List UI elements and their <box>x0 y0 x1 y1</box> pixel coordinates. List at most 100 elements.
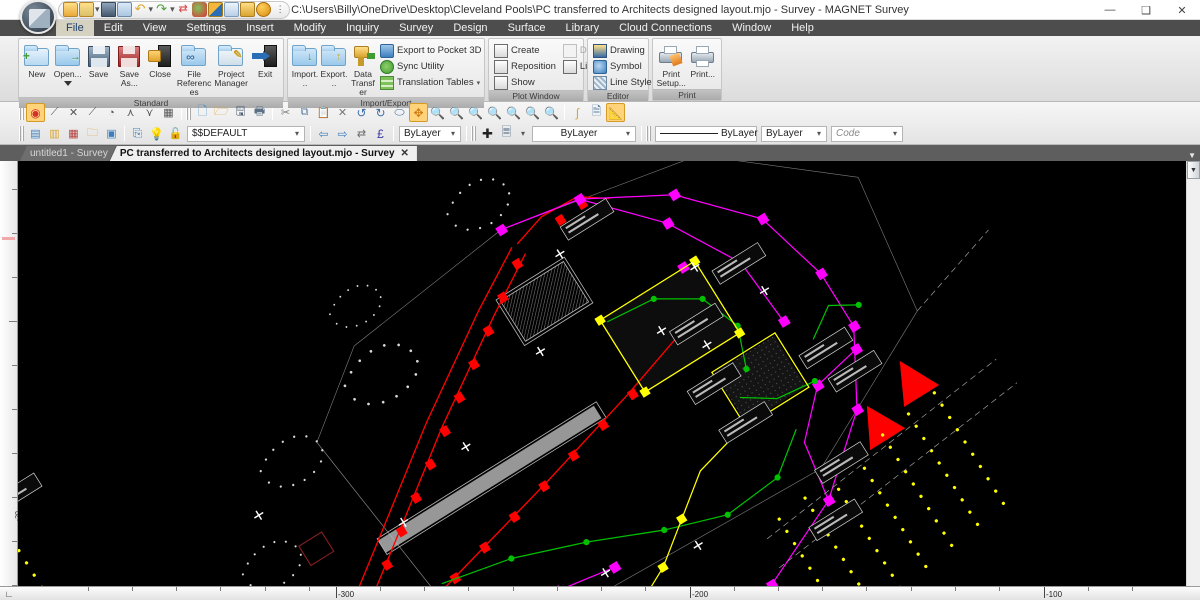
ribbon-button-new[interactable]: + New <box>22 41 52 79</box>
layer-group-icon[interactable]: 🗀 <box>83 124 102 143</box>
zoom-window-icon[interactable]: 🔍 <box>428 103 447 122</box>
ribbon-button-exit[interactable]: Exit <box>250 41 280 79</box>
snap-point-icon[interactable]: ◉ <box>26 103 45 122</box>
menu-item-edit[interactable]: Edit <box>94 20 133 36</box>
ribbon-item-line-style-editor[interactable]: Line Style <box>591 75 656 90</box>
layer-manager-icon[interactable]: ▤ <box>26 124 45 143</box>
ribbon-item-export-to-pocket-3d[interactable]: Export to Pocket 3D <box>378 43 485 58</box>
menu-item-insert[interactable]: Insert <box>236 20 284 36</box>
forward-arrow-icon[interactable]: ⇨ <box>333 124 352 143</box>
menu-item-settings[interactable]: Settings <box>176 20 236 36</box>
qat-open-recent-icon[interactable] <box>79 2 94 17</box>
qat-undo-icon[interactable]: ↶ <box>133 2 148 17</box>
open-icon[interactable]: 🗁 <box>212 103 231 122</box>
linetype-combo[interactable]: ByLayer ▾ <box>532 125 636 142</box>
snap-center-icon[interactable]: ◔ <box>102 103 121 122</box>
ribbon-item-create-plot[interactable]: Create <box>492 43 560 58</box>
menu-item-library[interactable]: Library <box>555 20 609 36</box>
vertical-scrollbar-thumb[interactable]: ▼ <box>1187 161 1200 179</box>
chevron-down-icon-2[interactable]: ▾ <box>446 129 460 138</box>
new-icon[interactable]: 🗋 <box>193 103 212 122</box>
vertical-scrollbar[interactable]: ▼ <box>1186 161 1200 586</box>
tabs-overflow-icon[interactable]: ▼ <box>1188 151 1196 160</box>
maximize-button[interactable]: ❑ <box>1128 0 1164 20</box>
qat-dropdown-icon[interactable]: ▾ <box>95 5 100 14</box>
menu-item-inquiry[interactable]: Inquiry <box>336 20 389 36</box>
toolbar-grip-3[interactable] <box>19 126 24 141</box>
ribbon-button-print[interactable]: Print... <box>688 41 719 79</box>
annotate-icon[interactable]: 🗎 <box>587 103 606 122</box>
qat-redo-dropdown-icon[interactable]: ▾ <box>170 5 175 14</box>
qat-sync-icon[interactable]: ⇄ <box>176 2 191 17</box>
ribbon-button-open[interactable]: → Open... <box>53 41 83 86</box>
qat-help-icon[interactable] <box>255 2 271 17</box>
layer-filter-icon[interactable]: ▣ <box>102 124 121 143</box>
ribbon-item-show-plot[interactable]: Show <box>492 75 560 90</box>
unlock-icon[interactable]: 🔓 <box>166 124 185 143</box>
snap-tangent-icon[interactable]: ⋏ <box>121 103 140 122</box>
menu-item-cloud-connections[interactable]: Cloud Connections <box>609 20 722 36</box>
delete-icon[interactable]: ✕ <box>333 103 352 122</box>
ribbon-button-import[interactable]: ↓ Import... <box>291 41 319 88</box>
redo-icon[interactable]: ↻ <box>371 103 390 122</box>
toolbar-grip-4[interactable] <box>471 126 476 141</box>
qat-windows-icon[interactable] <box>207 2 223 17</box>
zoom-realtime-icon[interactable]: 🔍 <box>523 103 542 122</box>
qat-data-transfer-icon[interactable] <box>191 2 207 17</box>
menu-item-surface[interactable]: Surface <box>498 20 556 36</box>
match-properties-icon[interactable]: ⇄ <box>352 124 371 143</box>
undo-icon[interactable]: ↺ <box>352 103 371 122</box>
toolbar-grip-5[interactable] <box>646 126 651 141</box>
ribbon-button-data-transfer[interactable]: Data Transfer <box>349 41 377 97</box>
snap-grid-icon[interactable]: ▦ <box>159 103 178 122</box>
plotstyle-combo[interactable]: ByLayer ▾ <box>761 125 827 142</box>
ribbon-button-project-manager[interactable]: ✎ Project Manager <box>213 41 249 88</box>
menu-item-modify[interactable]: Modify <box>284 20 336 36</box>
close-icon[interactable]: ✕ <box>401 148 409 159</box>
drawing-canvas[interactable] <box>18 161 1186 586</box>
point-list-icon[interactable]: 🗏 <box>497 124 516 143</box>
ribbon-button-save[interactable]: Save <box>84 41 114 79</box>
app-logo-icon[interactable] <box>20 0 56 34</box>
ribbon-item-sync-utility[interactable]: Sync Utility <box>378 59 485 74</box>
chevron-down-icon-5[interactable]: ▾ <box>812 129 826 138</box>
minimize-button[interactable]: — <box>1092 0 1128 20</box>
point-tools-dropdown-icon[interactable]: ▾ <box>516 129 530 138</box>
chevron-down-icon-3[interactable]: ▾ <box>621 129 635 138</box>
snap-perpendicular-icon[interactable]: ⋎ <box>140 103 159 122</box>
chevron-down-icon[interactable]: ▾ <box>290 129 304 138</box>
zoom-selected-icon[interactable]: 🔍 <box>542 103 561 122</box>
translation-tables-dropdown-icon[interactable]: ▾ <box>477 79 481 87</box>
copy-icon[interactable]: ⧉ <box>295 103 314 122</box>
print-icon[interactable]: 🖶 <box>250 103 269 122</box>
qat-open-icon[interactable] <box>63 2 78 17</box>
ribbon-item-translation-tables[interactable]: Translation Tables ▾ <box>378 75 485 90</box>
vertical-ruler[interactable]: -20 ∟ <box>0 161 22 600</box>
ruler-corner-icon[interactable]: ∟ <box>0 586 18 600</box>
properties-icon[interactable]: £ <box>371 124 390 143</box>
ruler-icon[interactable]: 📐 <box>606 103 625 122</box>
lineweight-combo[interactable]: ByLayer ▾ <box>655 125 767 142</box>
qat-save-icon[interactable] <box>100 2 116 17</box>
menu-item-file[interactable]: File <box>56 20 94 36</box>
snap-endpoint-icon[interactable]: ⟋ <box>45 103 64 122</box>
ribbon-button-save-as[interactable]: Save As... <box>114 41 144 88</box>
qat-overflow-icon[interactable]: ⋮ <box>276 5 285 14</box>
color-combo[interactable]: ByLayer ▾ <box>399 125 461 142</box>
close-button[interactable]: ✕ <box>1164 0 1200 20</box>
menu-item-help[interactable]: Help <box>781 20 824 36</box>
menu-item-survey[interactable]: Survey <box>389 20 443 36</box>
ribbon-item-symbol-editor[interactable]: Symbol <box>591 59 656 74</box>
snap-intersection-icon[interactable]: ✕ <box>64 103 83 122</box>
measure-icon[interactable]: ∫ <box>568 103 587 122</box>
layer-previous-icon[interactable]: ⎘ <box>128 124 147 143</box>
zoom-extents-icon[interactable]: 🔍 <box>485 103 504 122</box>
add-point-icon[interactable]: ✚ <box>478 124 497 143</box>
zoom-previous-icon[interactable]: 🔍 <box>447 103 466 122</box>
doc-tab-active[interactable]: PC transferred to Architects designed la… <box>109 146 417 161</box>
pan-icon[interactable]: ✥ <box>409 103 428 122</box>
qat-edit-drawing-icon[interactable] <box>116 2 132 17</box>
back-arrow-icon[interactable]: ⇦ <box>314 124 333 143</box>
qat-report-icon[interactable] <box>223 2 239 17</box>
layer-combo[interactable]: $$DEFAULT ▾ <box>187 125 305 142</box>
